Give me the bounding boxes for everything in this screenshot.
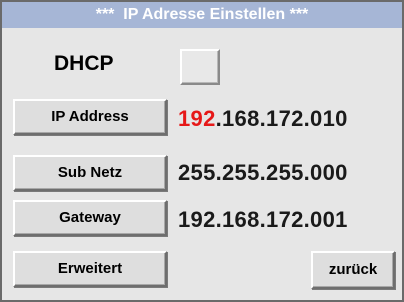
ip-address-remaining-octets: .168.172.010 bbox=[215, 106, 348, 131]
ip-address-button[interactable]: IP Address bbox=[13, 99, 167, 135]
dhcp-label: DHCP bbox=[54, 52, 114, 75]
advanced-button[interactable]: Erweitert bbox=[13, 251, 167, 287]
gateway-value: 192.168.172.001 bbox=[178, 207, 348, 232]
dhcp-checkbox[interactable] bbox=[180, 49, 220, 85]
window-title: *** IP Adresse Einstellen *** bbox=[2, 2, 402, 28]
back-button[interactable]: zurück bbox=[311, 251, 395, 289]
gateway-button[interactable]: Gateway bbox=[13, 200, 167, 236]
subnet-button[interactable]: Sub Netz bbox=[13, 155, 167, 191]
ip-settings-screen: *** IP Adresse Einstellen *** DHCP IP Ad… bbox=[0, 0, 404, 302]
ip-address-active-octet: 192 bbox=[178, 106, 216, 131]
subnet-value: 255.255.255.000 bbox=[178, 160, 348, 185]
ip-address-value: 192.168.172.010 bbox=[178, 106, 348, 132]
